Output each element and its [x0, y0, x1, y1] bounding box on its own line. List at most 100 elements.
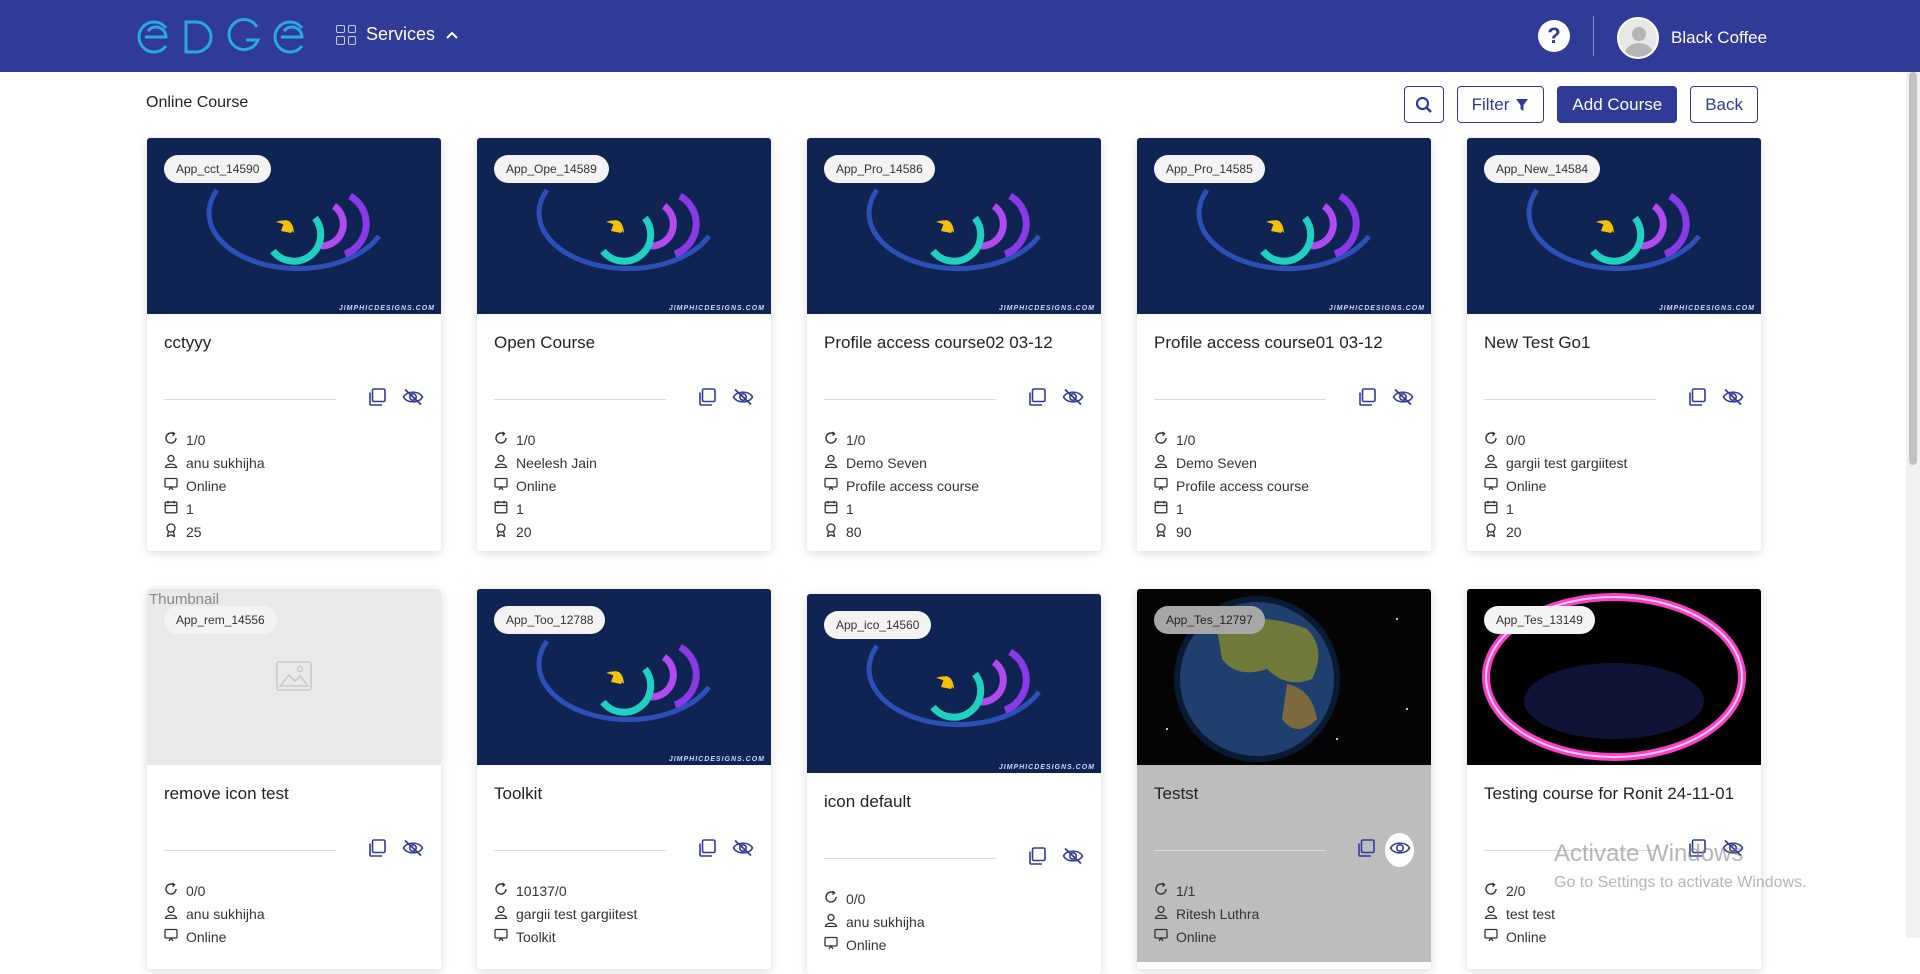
toggle-visibility-button[interactable] — [1391, 386, 1414, 412]
course-card[interactable]: JIMPHICDESIGNS.COM App_New_14584 New Test … — [1467, 138, 1761, 551]
course-thumbnail[interactable]: JIMPHICDESIGNS.COM App_cct_14590 — [147, 138, 441, 314]
course-title[interactable]: Profile access course01 03-12 — [1154, 332, 1414, 374]
course-thumbnail[interactable]: JIMPHICDESIGNS.COM App_Ope_14589 — [477, 138, 771, 314]
course-thumbnail[interactable]: Thumbnail App_rem_14556 — [147, 589, 441, 765]
course-mode: Online — [1176, 928, 1217, 945]
toggle-visibility-button[interactable] — [401, 837, 424, 863]
course-title[interactable]: Testing course for Ronit 24-11-01 — [1484, 783, 1744, 825]
user-icon — [494, 454, 508, 471]
course-meta: 1/0 Demo Seven Profile access course 1 80 — [824, 428, 1084, 543]
user-menu[interactable]: Black Coffee — [1617, 17, 1767, 59]
toggle-visibility-button[interactable] — [1385, 833, 1414, 867]
course-thumbnail[interactable]: JIMPHICDESIGNS.COM App_Pro_14585 — [1137, 138, 1431, 314]
progress-icon — [1154, 431, 1168, 448]
course-points-row: 80 — [824, 520, 1084, 543]
copy-course-button[interactable] — [695, 386, 718, 412]
edge-logo[interactable] — [136, 18, 308, 56]
search-button[interactable] — [1403, 86, 1444, 123]
course-card[interactable]: App_Tes_12797 Testst 1/1 Ritesh Luthra Onlin… — [1137, 589, 1431, 969]
copy-course-button[interactable] — [1685, 386, 1708, 412]
award-icon — [824, 523, 838, 540]
course-card[interactable]: JIMPHICDESIGNS.COM App_Ope_14589 Open Cour… — [477, 138, 771, 551]
course-mode: Profile access course — [1176, 477, 1310, 494]
monitor-icon — [164, 477, 178, 494]
copy-course-button[interactable] — [695, 837, 718, 863]
help-button[interactable]: ? — [1538, 20, 1570, 52]
course-code-badge: App_Ope_14589 — [494, 155, 609, 183]
logo-letter-e2-icon — [273, 20, 304, 54]
course-author: anu sukhijha — [186, 905, 265, 922]
image-placeholder-icon — [276, 661, 312, 691]
toggle-visibility-button[interactable] — [1721, 386, 1744, 412]
toggle-visibility-button[interactable] — [1061, 845, 1084, 871]
course-code-badge: App_Tes_13149 — [1484, 606, 1595, 634]
services-menu[interactable]: Services — [336, 24, 459, 45]
course-points: 20 — [516, 523, 532, 540]
course-card[interactable]: App_Tes_13149 Testing course for Ronit 24… — [1467, 589, 1761, 969]
monitor-icon — [824, 936, 838, 953]
course-mode-row: Online — [164, 474, 424, 497]
course-card[interactable]: JIMPHICDESIGNS.COM App_cct_14590 cctyyy 1/0… — [147, 138, 441, 551]
course-author: Ritesh Luthra — [1176, 905, 1260, 922]
course-thumbnail[interactable]: App_Tes_12797 — [1137, 589, 1431, 765]
course-mode-row: Profile access course — [1154, 474, 1414, 497]
copy-icon — [367, 838, 387, 863]
course-card[interactable]: JIMPHICDESIGNS.COM App_Too_12788 Toolkit 10… — [477, 589, 771, 969]
copy-icon — [1027, 846, 1047, 871]
copy-course-button[interactable] — [365, 837, 388, 863]
course-card[interactable]: JIMPHICDESIGNS.COM App_Pro_14585 Profile a… — [1137, 138, 1431, 551]
course-thumbnail[interactable]: JIMPHICDESIGNS.COM App_Too_12788 — [477, 589, 771, 765]
toolbar: Filter Add Course Back — [1403, 86, 1758, 123]
course-title[interactable]: Profile access course02 03-12 — [824, 332, 1084, 374]
course-card[interactable]: JIMPHICDESIGNS.COM App_Pro_14586 Profile a… — [807, 138, 1101, 551]
course-title[interactable]: Toolkit — [494, 783, 754, 825]
course-thumbnail[interactable]: JIMPHICDESIGNS.COM App_New_14584 — [1467, 138, 1761, 314]
copy-course-button[interactable] — [1025, 845, 1048, 871]
progress-icon — [1484, 882, 1498, 899]
toggle-visibility-button[interactable] — [731, 386, 754, 412]
course-title[interactable]: icon default — [824, 791, 1084, 833]
course-progress-row: 1/0 — [824, 428, 1084, 451]
course-card-body: Testst 1/1 Ritesh Luthra Online — [1137, 765, 1431, 962]
copy-course-button[interactable] — [1355, 837, 1377, 863]
actions-divider — [1484, 398, 1656, 400]
back-button[interactable]: Back — [1690, 86, 1758, 123]
actions-divider — [1154, 398, 1326, 400]
add-course-button[interactable]: Add Course — [1557, 86, 1678, 123]
course-mode: Online — [516, 477, 557, 494]
copy-course-button[interactable] — [1355, 386, 1378, 412]
image-credit: JIMPHICDESIGNS.COM — [338, 305, 435, 312]
progress-icon — [1154, 882, 1168, 899]
course-title[interactable]: Testst — [1154, 783, 1414, 825]
toggle-visibility-button[interactable] — [401, 386, 424, 412]
course-days: 1 — [516, 500, 524, 517]
course-mode-row: Toolkit — [494, 925, 754, 948]
course-actions — [494, 384, 754, 414]
toggle-visibility-button[interactable] — [1061, 386, 1084, 412]
course-meta: 1/0 Demo Seven Profile access course 1 90 — [1154, 428, 1414, 543]
course-days-row: 1 — [824, 497, 1084, 520]
eye-off-icon — [1062, 388, 1084, 411]
course-code-badge: App_rem_14556 — [164, 606, 277, 634]
course-title[interactable]: Open Course — [494, 332, 754, 374]
course-author: test test — [1506, 905, 1556, 922]
toggle-visibility-button[interactable] — [731, 837, 754, 863]
filter-label: Filter — [1471, 94, 1510, 114]
page-scrollbar[interactable] — [1906, 72, 1920, 938]
filter-button[interactable]: Filter — [1456, 86, 1545, 123]
course-thumbnail[interactable]: JIMPHICDESIGNS.COM App_Pro_14586 — [807, 138, 1101, 314]
copy-course-button[interactable] — [365, 386, 388, 412]
course-title[interactable]: remove icon test — [164, 783, 424, 825]
course-title[interactable]: New Test Go1 — [1484, 332, 1744, 374]
scrollbar-thumb[interactable] — [1909, 72, 1917, 465]
course-thumbnail[interactable]: JIMPHICDESIGNS.COM App_ico_14560 — [807, 594, 1101, 773]
course-card[interactable]: JIMPHICDESIGNS.COM App_ico_14560 icon defa… — [807, 594, 1101, 974]
course-thumbnail[interactable]: App_Tes_13149 — [1467, 589, 1761, 765]
actions-divider — [494, 398, 666, 400]
course-card-body: icon default 0/0 anu sukhijha Online — [807, 773, 1101, 970]
copy-course-button[interactable] — [1025, 386, 1048, 412]
course-progress: 1/0 — [516, 431, 536, 448]
progress-icon — [1484, 431, 1498, 448]
course-card[interactable]: Thumbnail App_rem_14556 remove icon test 0/… — [147, 589, 441, 969]
course-title[interactable]: cctyyy — [164, 332, 424, 374]
